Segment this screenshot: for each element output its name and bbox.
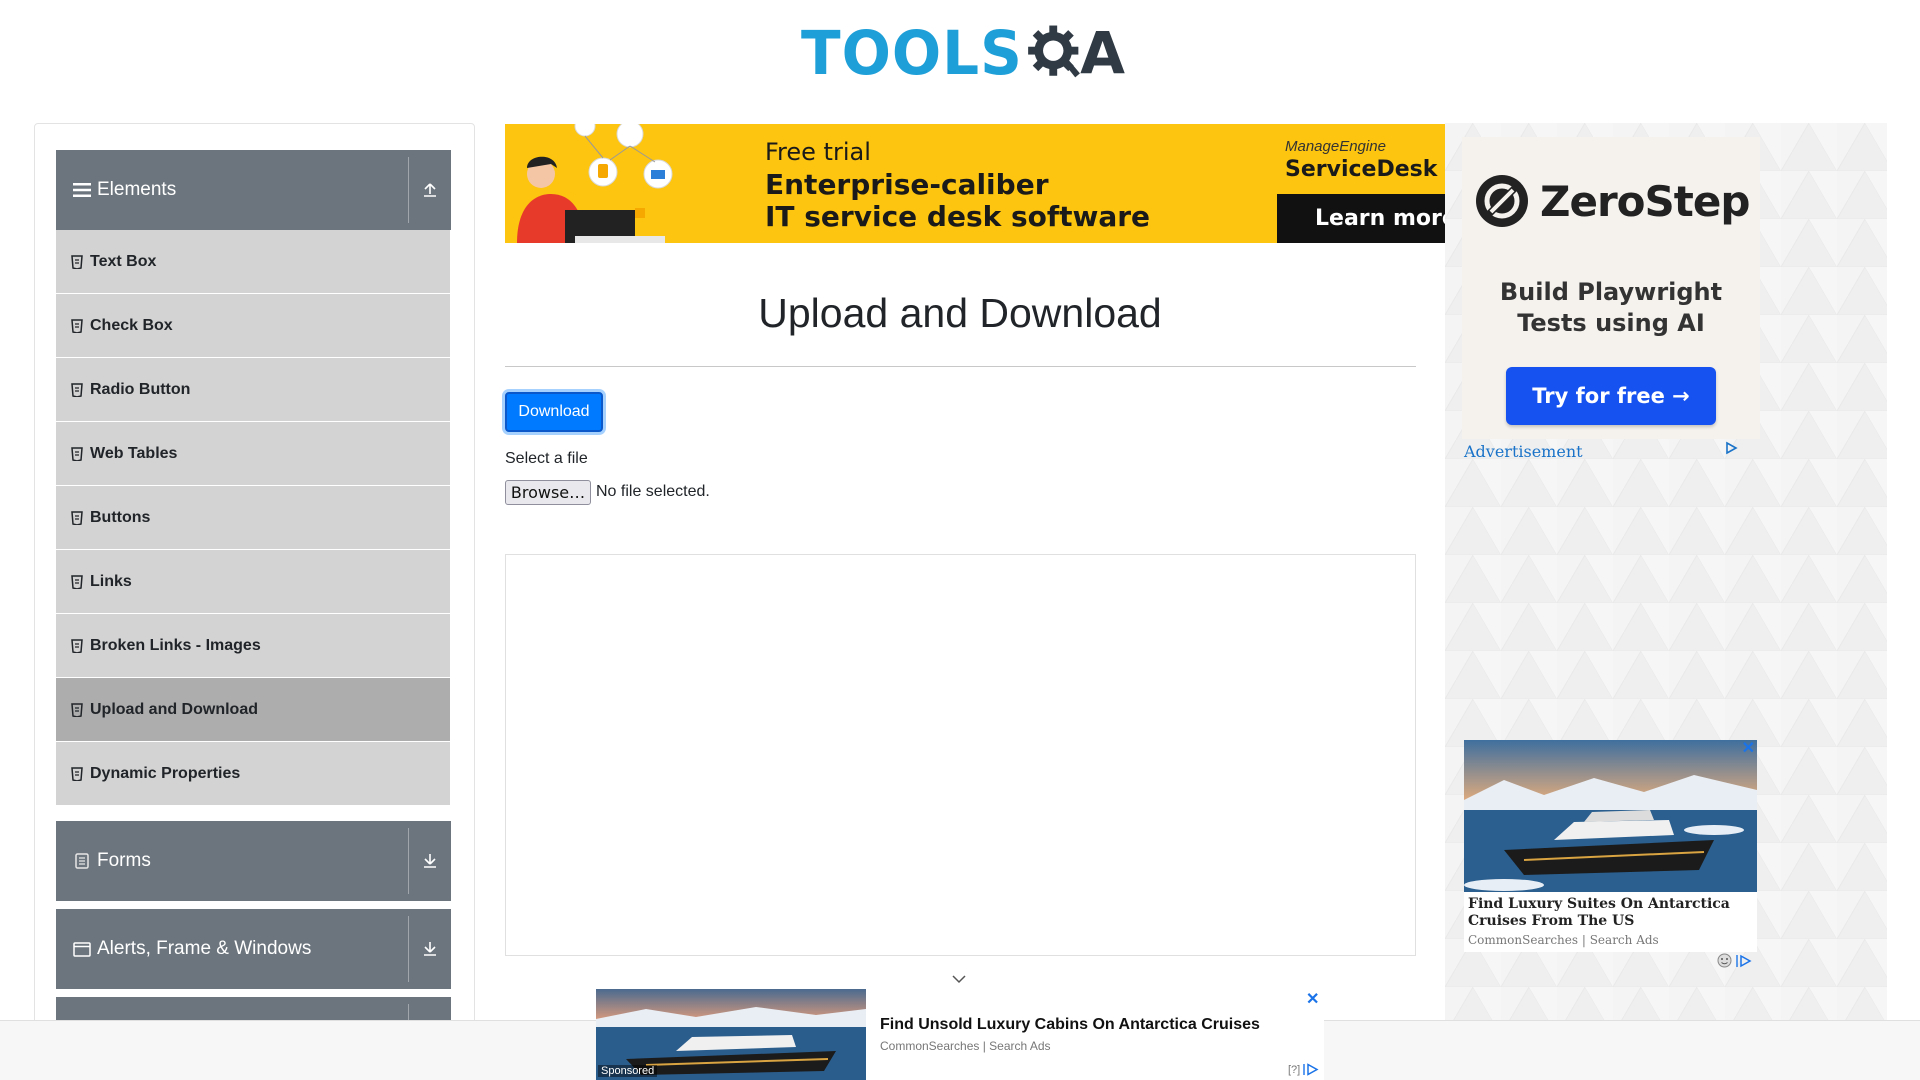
zerostep-ad[interactable]: ZeroStep Build Playwright Tests using AI… bbox=[1462, 137, 1760, 439]
ad-brand-small: ManageEngine bbox=[1285, 138, 1386, 155]
ad-headline[interactable]: Find Unsold Luxury Cabins On Antarctica … bbox=[880, 1016, 1260, 1034]
list-item-icon bbox=[70, 638, 84, 653]
list-item-icon bbox=[70, 318, 84, 333]
title-divider bbox=[505, 366, 1416, 367]
right-ad-column: ZeroStep Build Playwright Tests using AI… bbox=[1445, 123, 1887, 1080]
menu-item-web-tables[interactable]: Web Tables bbox=[56, 422, 450, 486]
menu-item-label: Buttons bbox=[90, 508, 151, 526]
ad-brand: ServiceDesk Plu bbox=[1285, 157, 1445, 182]
download-button[interactable]: Download bbox=[505, 392, 603, 432]
chevron-down-icon[interactable] bbox=[950, 970, 968, 988]
expand-arrow-icon[interactable] bbox=[409, 909, 451, 989]
list-item-icon bbox=[70, 510, 84, 525]
list-item-icon bbox=[70, 702, 84, 717]
zerostep-logo: ZeroStep bbox=[1474, 173, 1750, 229]
ad-source: CommonSearches | Search Ads bbox=[880, 1039, 1051, 1053]
ad-choices[interactable]: [?] bbox=[1288, 1063, 1319, 1076]
menu-item-label: Check Box bbox=[90, 316, 173, 334]
menu-item-label: Links bbox=[90, 572, 132, 590]
menu-item-label: Dynamic Properties bbox=[90, 764, 241, 782]
ad-text-line1: Free trial bbox=[765, 138, 871, 166]
elements-menu-list: Text Box Check Box Radio Button Web Tabl… bbox=[56, 230, 450, 806]
logo-text-tools: TOOLS bbox=[801, 17, 1023, 89]
menu-item-label: Broken Links - Images bbox=[90, 636, 261, 654]
ad-choices[interactable] bbox=[1717, 953, 1752, 968]
ad-headline[interactable]: Find Luxury Suites On Antarctica Cruises… bbox=[1468, 896, 1753, 930]
list-item-icon bbox=[70, 574, 84, 589]
ad-text-line2: Enterprise-caliber bbox=[765, 168, 1049, 201]
list-item-icon bbox=[70, 766, 84, 781]
content-ad-frame bbox=[505, 554, 1416, 956]
close-ad-icon[interactable]: ✕ bbox=[1742, 738, 1755, 758]
ad-source: CommonSearches | Search Ads bbox=[1468, 933, 1659, 947]
zerostep-tagline: Build Playwright Tests using AI bbox=[1462, 277, 1760, 339]
group-label-forms: Forms bbox=[97, 850, 151, 871]
list-item-icon bbox=[70, 382, 84, 397]
list-item-icon bbox=[70, 254, 84, 269]
ad-learn-more-button[interactable]: Learn more bbox=[1277, 194, 1445, 243]
left-sidebar: Elements Text Box Check Box Radio Button… bbox=[34, 123, 475, 1080]
try-for-free-button[interactable]: Try for free → bbox=[1506, 367, 1716, 425]
adchoices-icon[interactable] bbox=[1303, 1063, 1319, 1076]
zerostep-tagline-line2: Tests using AI bbox=[1517, 309, 1705, 337]
menu-item-label: Radio Button bbox=[90, 380, 191, 398]
side-sponsored-ad[interactable]: ✕ Find Luxury Suites On Antarctica Cruis… bbox=[1464, 740, 1757, 952]
menu-item-buttons[interactable]: Buttons bbox=[56, 486, 450, 550]
ad-illustration bbox=[517, 124, 673, 243]
menu-item-links[interactable]: Links bbox=[56, 550, 450, 614]
menu-item-upload-and-download[interactable]: Upload and Download bbox=[56, 678, 450, 742]
group-header-forms[interactable]: Forms bbox=[56, 821, 451, 901]
gear-magnifier-icon bbox=[1028, 25, 1080, 78]
bottom-sponsored-ad[interactable]: Sponsored Find Unsold Luxury Cabins On A… bbox=[596, 989, 1324, 1080]
top-banner-ad[interactable]: Free trial Enterprise-caliber IT service… bbox=[505, 124, 1445, 243]
group-header-alerts-frame-windows[interactable]: Alerts, Frame & Windows bbox=[56, 909, 451, 989]
hamburger-icon bbox=[73, 181, 91, 199]
zerostep-name: ZeroStep bbox=[1540, 176, 1750, 226]
menu-item-label: Text Box bbox=[90, 252, 157, 270]
menu-item-broken-links-images[interactable]: Broken Links - Images bbox=[56, 614, 450, 678]
menu-item-dynamic-properties[interactable]: Dynamic Properties bbox=[56, 742, 450, 806]
group-header-elements[interactable]: Elements bbox=[56, 150, 451, 230]
toolsqa-logo[interactable]: TOOLS A bbox=[801, 14, 1125, 92]
zerostep-tagline-line1: Build Playwright bbox=[1499, 278, 1723, 306]
zerostep-logo-icon bbox=[1476, 175, 1528, 227]
advertisement-label: Advertisement bbox=[1464, 442, 1583, 461]
menu-item-text-box[interactable]: Text Box bbox=[56, 230, 450, 294]
ad-text-line3: IT service desk software bbox=[765, 200, 1151, 233]
page-title: Upload and Download bbox=[758, 290, 1162, 336]
list-item-icon bbox=[70, 446, 84, 461]
form-icon bbox=[73, 852, 91, 870]
ad-help-link[interactable]: [?] bbox=[1288, 1064, 1300, 1076]
menu-item-radio-button[interactable]: Radio Button bbox=[56, 358, 450, 422]
menu-item-label: Upload and Download bbox=[90, 700, 258, 718]
logo-text-a: A bbox=[1080, 19, 1125, 87]
adchoices-icon[interactable] bbox=[1736, 954, 1752, 968]
group-label-elements: Elements bbox=[97, 179, 177, 200]
select-file-label: Select a file bbox=[505, 450, 588, 467]
ad-feedback-icon[interactable] bbox=[1717, 953, 1732, 968]
group-label-alerts-frame-windows: Alerts, Frame & Windows bbox=[97, 938, 312, 959]
browse-file-button[interactable]: Browse… bbox=[505, 480, 591, 505]
menu-item-check-box[interactable]: Check Box bbox=[56, 294, 450, 358]
adchoices-icon[interactable] bbox=[1724, 441, 1738, 460]
menu-item-label: Web Tables bbox=[90, 444, 178, 462]
window-icon bbox=[73, 940, 91, 958]
sponsored-badge: Sponsored bbox=[598, 1065, 658, 1077]
close-ad-icon[interactable]: ✕ bbox=[1306, 989, 1319, 1009]
expand-arrow-icon[interactable] bbox=[409, 821, 451, 901]
collapse-arrow-icon[interactable] bbox=[409, 150, 451, 230]
file-status-text: No file selected. bbox=[596, 483, 710, 500]
cruise-ship-image bbox=[1464, 740, 1757, 892]
